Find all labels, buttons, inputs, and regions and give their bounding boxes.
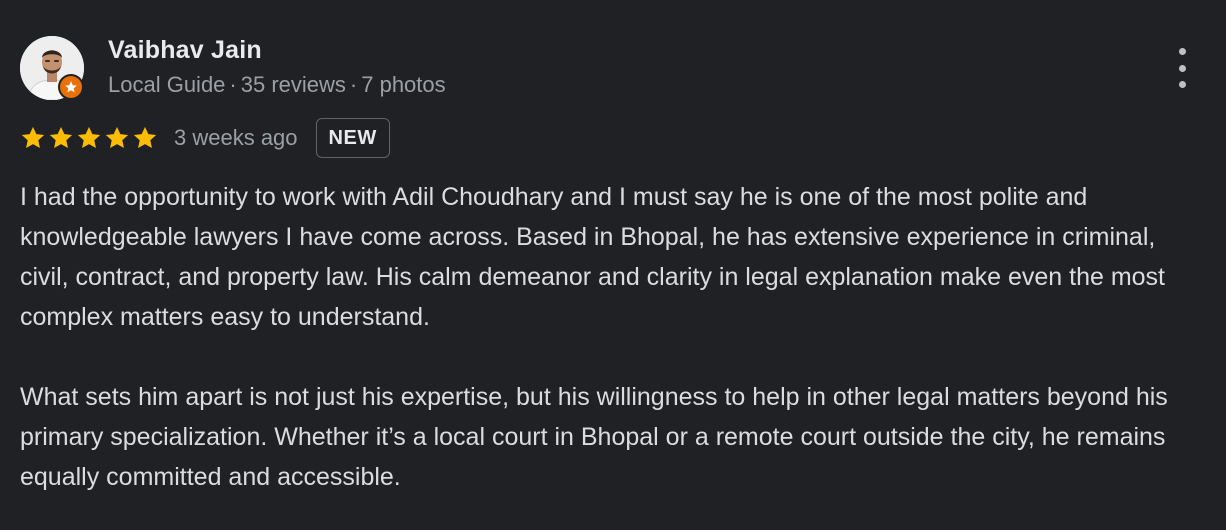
reviewer-photo-count: 7 photos — [361, 72, 446, 97]
star-icon — [77, 126, 101, 148]
local-guide-badge — [58, 74, 84, 100]
meta-separator: · — [349, 72, 358, 97]
kebab-dot — [1178, 64, 1186, 72]
new-badge: NEW — [315, 118, 390, 158]
rating-row: 3 weeks ago NEW — [20, 116, 390, 160]
star-rating — [20, 125, 158, 151]
review-time: 3 weeks ago — [174, 125, 298, 150]
local-guide-star-icon — [65, 81, 77, 93]
more-options-button[interactable] — [1168, 48, 1196, 88]
review-body: I had the opportunity to work with Adil … — [20, 177, 1206, 497]
meta-separator: · — [229, 72, 237, 97]
review-paragraph: I had the opportunity to work with Adil … — [20, 183, 1166, 331]
review-card: Vaibhav Jain Local Guide · 35 reviews · 7 ph… — [0, 0, 1226, 530]
star-icon — [105, 126, 129, 148]
kebab-dot — [1178, 48, 1186, 55]
star-icon — [133, 126, 157, 148]
star-icon — [21, 126, 45, 148]
review-paragraph: What sets him apart is not just his expe… — [20, 383, 1168, 491]
reviewer-meta: Local Guide · 35 reviews · 7 photos — [108, 72, 446, 98]
star-icon — [49, 126, 73, 148]
kebab-dot — [1178, 81, 1186, 88]
reviewer-review-count: 35 reviews — [240, 72, 346, 97]
reviewer-name[interactable]: Vaibhav Jain — [108, 36, 262, 65]
reviewer-role: Local Guide — [108, 72, 226, 97]
